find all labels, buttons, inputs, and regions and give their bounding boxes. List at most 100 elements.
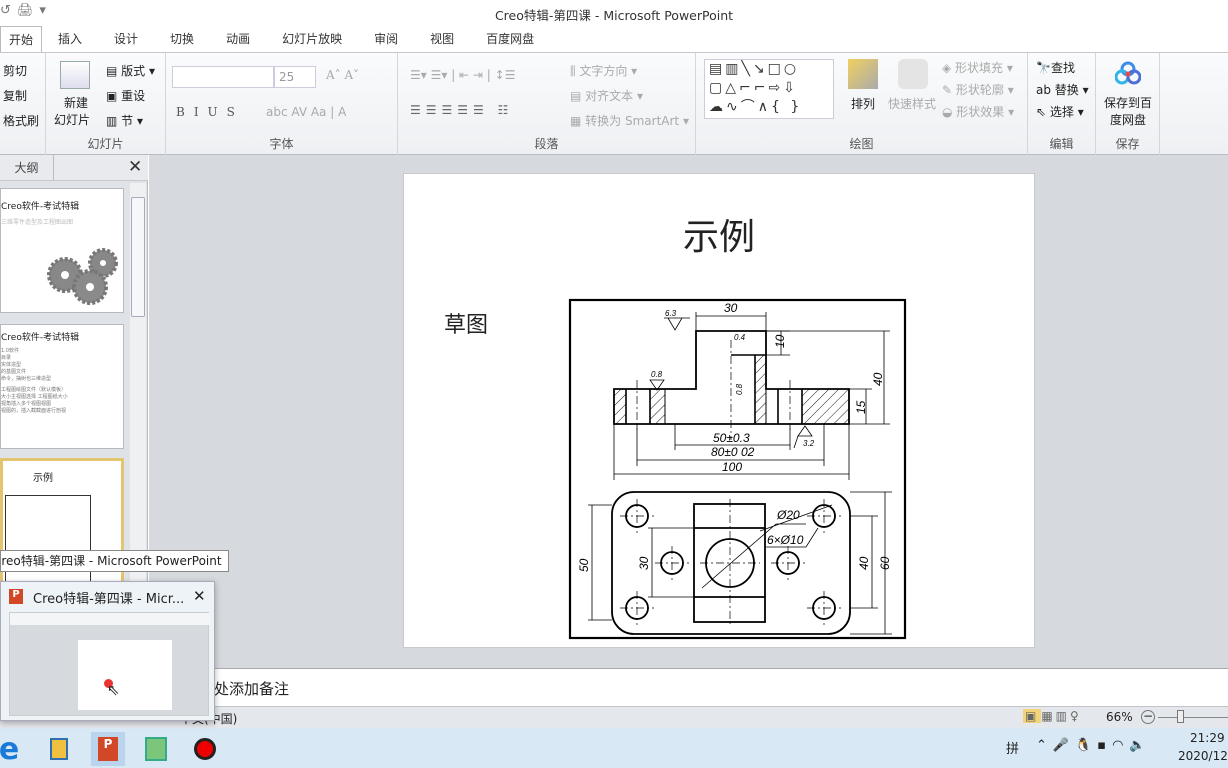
save-to-baidu-button[interactable]: 保存到百 <box>1104 94 1152 111</box>
save-group-label: 保存 <box>1115 137 1140 151</box>
thumb2-line: 大小主视图选择 工程图纸大小 <box>1 394 68 400</box>
ribbon: 剪切 复制 格式刷 新建 幻灯片 ▤ 版式 ▾ ▣ 重设 ▥ 节 ▾ 幻灯片 2… <box>0 52 1228 155</box>
file-explorer-icon[interactable] <box>42 732 76 766</box>
editing-group: 🔭查找 ab 替换 ▾ ⇖ 选择 ▾ 编辑 <box>1028 53 1096 155</box>
tab-animations[interactable]: 动画 <box>210 26 266 52</box>
zoom-slider[interactable] <box>1158 717 1228 718</box>
tab-transitions[interactable]: 切换 <box>154 26 210 52</box>
taskbar-window-preview[interactable]: P Creo特辑-第四课 - Micr... ✕ ⇖ <box>0 581 215 721</box>
powerpoint-icon: P <box>9 589 23 604</box>
thumb2-line: 实体造型 <box>1 362 22 368</box>
tab-review[interactable]: 审阅 <box>358 26 414 52</box>
image-app-icon[interactable] <box>139 732 173 766</box>
reset-button[interactable]: ▣ 重设 <box>106 87 145 104</box>
list-icons[interactable]: ☰▾ ☰▾ | ⇤ ⇥ | ↕☰ <box>410 68 515 82</box>
slide-title[interactable]: 示例 <box>404 208 1034 260</box>
new-slide-dropdown[interactable]: 幻灯片 <box>54 111 90 128</box>
tab-design[interactable]: 设计 <box>98 26 154 52</box>
zoom-level[interactable]: 66% <box>1106 710 1133 724</box>
font-format-buttons[interactable]: BIUS <box>176 105 244 119</box>
gears-image <box>47 248 118 305</box>
ie-icon[interactable]: e <box>0 732 26 767</box>
grow-font-icon[interactable]: A˄ A˅ <box>326 68 359 82</box>
shape-fill-button[interactable]: ◈ 形状填充 ▾ <box>942 59 1013 76</box>
text-direction-button[interactable]: ⫼ 文字方向 ▾ <box>570 62 637 79</box>
thumb1-subtitle: 三维零件造型及工程图出图 <box>1 219 74 226</box>
shapes-gallery[interactable]: ▤▥╲↘□○ ▢△⌐⌐⇨⇩ ☁∿⌒∧{ } <box>704 59 834 119</box>
layout-button[interactable]: ▤ 版式 ▾ <box>106 62 155 79</box>
tab-outline[interactable]: 大纲 <box>0 155 54 181</box>
quick-styles-icon <box>898 59 928 89</box>
select-button[interactable]: ⇖ 选择 ▾ <box>1036 103 1084 120</box>
notes-pane[interactable]: 单击此处添加备注 <box>149 668 1228 706</box>
tray-icons[interactable]: ⌃🎤🐧▪◠🔈 <box>1036 738 1152 753</box>
shape-outline-button[interactable]: ✎ 形状轮廓 ▾ <box>942 81 1014 98</box>
ime-indicator[interactable]: 拼 <box>1006 738 1019 757</box>
drawing-group-label: 绘图 <box>849 137 874 151</box>
tab-slideshow[interactable]: 幻灯片放映 <box>266 26 358 52</box>
preview-title: Creo特辑-第四课 - Micr... <box>33 592 185 607</box>
slides-group: 新建 幻灯片 ▤ 版式 ▾ ▣ 重设 ▥ 节 ▾ 幻灯片 <box>46 53 166 155</box>
quick-styles-button[interactable]: 快速样式 <box>888 95 936 112</box>
slide-canvas[interactable]: 示例 草图 <box>404 174 1034 647</box>
copy-button[interactable]: 复制 <box>3 87 27 104</box>
smartart-button[interactable]: ▦ 转换为 SmartArt ▾ <box>570 112 689 129</box>
shape-fill-label: 形状填充 <box>955 61 1004 75</box>
slide-label-sketch[interactable]: 草图 <box>444 307 488 339</box>
shape-outline-label: 形状轮廓 <box>955 83 1004 97</box>
format-painter-button[interactable]: 格式刷 <box>3 112 39 129</box>
view-buttons[interactable]: ▣ ▦▥♀ <box>1023 709 1082 723</box>
font-group-label: 字体 <box>269 137 294 151</box>
editing-group-label: 编辑 <box>1049 137 1074 151</box>
clock-time[interactable]: 21:29 <box>1190 731 1225 745</box>
record-icon[interactable] <box>188 732 222 766</box>
powerpoint-taskbar-icon[interactable]: P <box>91 732 125 766</box>
save-group: 保存到百 度网盘 保存 <box>1096 53 1160 155</box>
title-bar: ↺ 🖨 ▾ Creo特辑-第四课 - Microsoft PowerPoint <box>0 0 1228 26</box>
normal-view-icon[interactable]: ▣ <box>1023 709 1042 723</box>
window-title: Creo特辑-第四课 - Microsoft PowerPoint <box>494 8 734 23</box>
tab-baidu[interactable]: 百度网盘 <box>470 26 550 52</box>
thumb2-line: 目录 <box>1 355 12 361</box>
clipboard-group: 剪切 复制 格式刷 <box>0 53 46 155</box>
section-button[interactable]: ▥ 节 ▾ <box>106 112 143 129</box>
new-slide-icon <box>60 61 90 89</box>
replace-button[interactable]: ab 替换 ▾ <box>1036 81 1089 98</box>
tab-view[interactable]: 视图 <box>414 26 470 52</box>
slide-thumbnail-2[interactable]: Creo软件-考试特辑 1.0软件 目录 实体造型 的基图文件 命令，抽树也三维… <box>0 324 124 449</box>
save-to-baidu-line2: 度网盘 <box>1110 113 1147 127</box>
cut-button[interactable]: 剪切 <box>3 62 27 79</box>
arrange-button[interactable]: 排列 <box>851 95 875 112</box>
thumb2-line: 的基图文件 <box>1 369 27 375</box>
preview-close-button[interactable]: ✕ <box>193 587 206 605</box>
align-text-button[interactable]: ▤ 对齐文本 ▾ <box>570 87 643 104</box>
font-name-input[interactable] <box>172 66 274 88</box>
zoom-out-button[interactable]: − <box>1141 710 1155 724</box>
thumb2-line: 视角插入多个视图视图 <box>1 401 52 407</box>
font-group: 25 A˄ A˅ BIUS abc AV Aa | A 字体 <box>166 53 398 155</box>
panel-tabs: 大纲 ✕ <box>0 155 148 181</box>
tab-insert[interactable]: 插入 <box>42 26 98 52</box>
zoom-slider-thumb[interactable] <box>1177 710 1185 723</box>
clock-date[interactable]: 2020/12/ <box>1178 749 1228 763</box>
new-slide-button[interactable]: 新建 <box>64 94 88 111</box>
preview-slide <box>78 640 172 710</box>
thumb3-title: 示例 <box>33 473 53 484</box>
slides-group-label: 幻灯片 <box>87 137 124 151</box>
tab-home[interactable]: 开始 <box>0 26 43 52</box>
thumb2-line: 1.0软件 <box>1 348 19 354</box>
align-text-label: 对齐文本 <box>585 89 634 103</box>
slide-thumbnail-1[interactable]: Creo软件-考试特辑 三维零件造型及工程图出图 <box>0 188 124 313</box>
section-label: 节 <box>121 114 134 128</box>
find-button[interactable]: 🔭查找 <box>1036 59 1075 76</box>
font-more-icons[interactable]: abc AV Aa | A <box>266 105 346 119</box>
ribbon-tabs: 开始 插入 设计 切换 动画 幻灯片放映 审阅 视图 百度网盘 <box>0 26 1228 52</box>
close-panel-icon[interactable]: ✕ <box>128 157 142 177</box>
tooltip-text: Creo特辑-第四课 - Microsoft PowerPoint <box>0 554 222 568</box>
preview-ribbon <box>10 613 210 625</box>
font-size-input[interactable]: 25 <box>274 66 316 88</box>
scrollbar-thumb[interactable] <box>131 197 145 317</box>
thumb2-line: 视图的，插入截截面进行剖视 <box>1 408 67 414</box>
shape-effects-button[interactable]: ◒ 形状效果 ▾ <box>942 103 1014 120</box>
align-icons[interactable]: ☰☰☰☰☰ ☷ <box>410 103 513 117</box>
